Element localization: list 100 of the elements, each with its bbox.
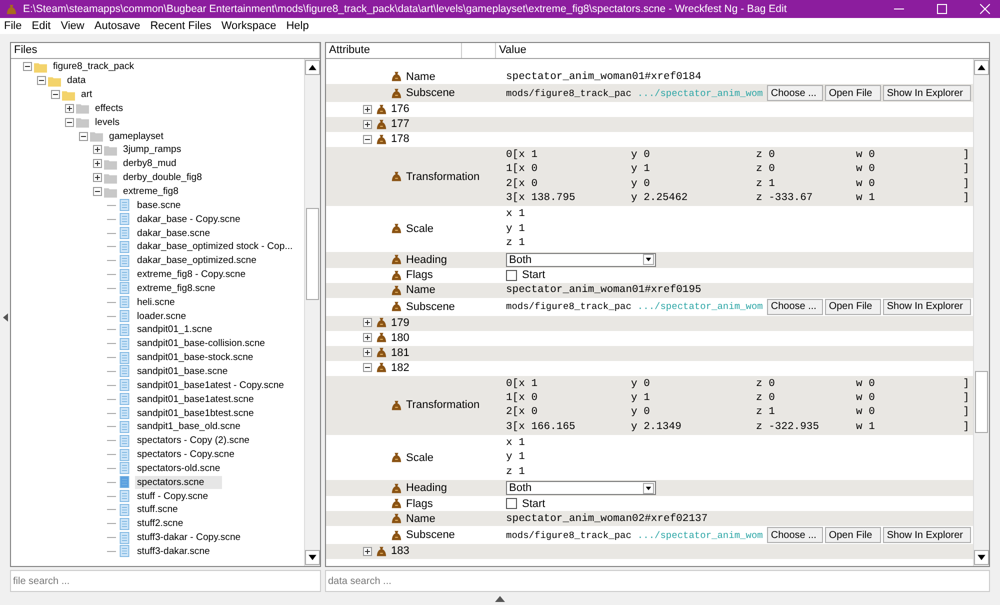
tree-item[interactable]: stuff - Copy.scne	[135, 490, 210, 503]
maximize-icon[interactable]	[937, 4, 947, 14]
column-header[interactable]: Files	[11, 43, 320, 58]
tree-item[interactable]: 3jump_ramps	[121, 143, 184, 156]
node-label[interactable]: 183	[391, 545, 410, 558]
close-icon[interactable]	[980, 4, 990, 14]
tree-item[interactable]: figure8_track_pack	[51, 60, 136, 74]
expander-icon[interactable]	[79, 132, 88, 141]
expander-icon[interactable]	[363, 120, 372, 128]
tree-item[interactable]: base.scne	[135, 198, 183, 212]
expander-icon[interactable]	[23, 62, 32, 72]
vector-value: z 1	[506, 236, 525, 251]
column-header[interactable]: Attribute	[326, 43, 462, 58]
menu-item[interactable]: File	[4, 20, 22, 32]
node-label[interactable]: 182	[391, 362, 410, 374]
action-button[interactable]: Choose ...	[766, 85, 823, 101]
expander-icon[interactable]	[363, 348, 372, 358]
expander-icon[interactable]	[363, 104, 372, 114]
file-icon	[118, 282, 131, 294]
action-button[interactable]: Open File	[824, 85, 881, 101]
tree-item[interactable]: stuff.scne	[135, 503, 180, 516]
expander-icon[interactable]	[93, 145, 102, 154]
action-button[interactable]: Open File	[824, 527, 881, 544]
expander-icon[interactable]	[363, 546, 372, 556]
scroll-up-icon[interactable]	[974, 60, 989, 75]
expander-icon[interactable]	[363, 134, 372, 144]
tree-item[interactable]: loader.scne	[135, 310, 188, 323]
tree-item[interactable]: art	[79, 88, 94, 102]
tree-item[interactable]: gameplayset	[107, 130, 166, 143]
tree-item[interactable]: spectators-old.scne	[135, 462, 222, 475]
tree-item[interactable]: derby8_mud	[121, 157, 178, 170]
expander-icon[interactable]	[363, 318, 372, 328]
expander-icon[interactable]	[93, 159, 102, 168]
tree-item[interactable]: extreme_fig8.scne	[135, 282, 218, 295]
tree-item[interactable]: sandpit01_1.scne	[135, 323, 214, 336]
tree-item[interactable]: sandpit01_base-collision.scne	[135, 337, 267, 350]
tree-item[interactable]: dakar_base_optimized.scne	[135, 254, 258, 268]
tree-item[interactable]: stuff3-dakar.scne	[135, 544, 212, 558]
menu-item[interactable]: Autosave	[94, 20, 140, 32]
action-button[interactable]: Choose ...	[766, 298, 823, 315]
tree-item[interactable]: sandpit01_base.scne	[135, 364, 230, 378]
expand-arrow-icon[interactable]	[495, 596, 505, 602]
action-button[interactable]: Choose ...	[766, 527, 823, 544]
node-label[interactable]: 178	[391, 133, 410, 145]
action-button[interactable]: Show In Explorer	[882, 298, 971, 315]
menu-item[interactable]: View	[60, 20, 84, 32]
scroll-down-icon[interactable]	[974, 550, 989, 565]
expander-icon[interactable]	[65, 104, 74, 113]
tree-item[interactable]: heli.scne	[135, 296, 177, 309]
tree-item[interactable]: extreme_fig8	[121, 185, 180, 198]
checkbox[interactable]	[506, 270, 517, 281]
data-search-field[interactable]: data search ...	[325, 570, 990, 592]
tree-item[interactable]: stuff2.scne	[135, 517, 186, 530]
scroll-down-icon[interactable]	[305, 550, 320, 565]
expander-icon[interactable]	[37, 76, 46, 86]
checkbox[interactable]	[506, 498, 517, 510]
tree-item[interactable]: dakar_base - Copy.scne	[135, 212, 242, 226]
action-button[interactable]: Show In Explorer	[882, 527, 971, 544]
tree-item[interactable]: levels	[93, 116, 122, 129]
tree-item[interactable]: data	[65, 74, 88, 88]
tree-item[interactable]: sandpit1_base_old.scne	[135, 420, 242, 434]
tree-item[interactable]: dakar_base_optimized stock - Cop...	[135, 240, 295, 254]
expander-icon[interactable]	[93, 187, 102, 196]
node-label[interactable]: 180	[391, 332, 410, 344]
tree-item[interactable]: spectators.scne	[135, 476, 222, 489]
node-label[interactable]: 181	[391, 346, 410, 359]
expander-icon[interactable]	[51, 90, 60, 100]
tree-item[interactable]: sandpit01_base1btest.scne	[135, 406, 256, 420]
action-button[interactable]: Show In Explorer	[882, 85, 971, 101]
menu-item[interactable]: Edit	[32, 20, 51, 32]
scrollbar-thumb[interactable]	[975, 371, 988, 433]
node-label[interactable]: 177	[391, 118, 410, 130]
tree-item[interactable]: derby_double_fig8	[121, 171, 204, 184]
folder-icon	[76, 102, 89, 114]
heading-dropdown[interactable]: Both	[506, 252, 656, 267]
menu-item[interactable]: Recent Files	[150, 20, 212, 32]
action-button[interactable]: Open File	[824, 298, 881, 315]
tree-item[interactable]: effects	[93, 102, 126, 115]
menu-item[interactable]: Help	[286, 20, 309, 32]
menu-item[interactable]: Workspace	[221, 20, 276, 32]
tree-item[interactable]: spectators - Copy.scne	[135, 448, 236, 462]
tree-item[interactable]: spectators - Copy (2).scne	[135, 434, 252, 448]
expander-icon[interactable]	[65, 118, 74, 127]
tree-item[interactable]: sandpit01_base1atest.scne	[135, 392, 256, 406]
scroll-up-icon[interactable]	[305, 60, 320, 75]
tree-item[interactable]: extreme_fig8 - Copy.scne	[135, 268, 248, 282]
node-label[interactable]: 179	[391, 316, 410, 329]
node-label[interactable]: 176	[391, 103, 410, 115]
expander-icon[interactable]	[363, 363, 372, 372]
expander-icon[interactable]	[363, 333, 372, 342]
heading-dropdown[interactable]: Both	[506, 481, 656, 496]
tree-item[interactable]: stuff3-dakar - Copy.scne	[135, 531, 243, 544]
tree-item[interactable]: sandpit01_base-stock.scne	[135, 351, 256, 364]
file-search-field[interactable]: file search ...	[10, 570, 321, 592]
collapse-arrow-icon[interactable]	[2, 312, 8, 322]
column-header[interactable]: Value	[496, 43, 989, 58]
scrollbar-thumb[interactable]	[306, 208, 319, 300]
expander-icon[interactable]	[93, 173, 102, 182]
tree-item[interactable]: dakar_base.scne	[135, 226, 212, 240]
tree-item[interactable]: sandpit01_base1atest - Copy.scne	[135, 378, 286, 392]
